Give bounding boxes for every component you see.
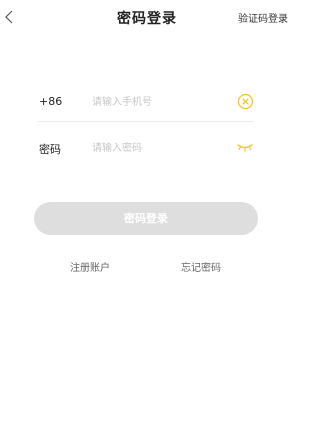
register-link[interactable]: 注册账户	[70, 259, 110, 274]
clear-circle-icon[interactable]	[237, 93, 254, 110]
country-code[interactable]: +86	[39, 95, 62, 108]
sms-login-link[interactable]: 验证码登录	[238, 10, 288, 25]
password-label: 密码	[39, 143, 61, 156]
password-row: 密码	[38, 133, 254, 163]
phone-input[interactable]	[92, 93, 222, 111]
divider	[38, 121, 254, 122]
forgot-password-link[interactable]: 忘记密码	[181, 259, 221, 274]
password-login-button[interactable]: 密码登录	[34, 202, 258, 235]
password-input[interactable]	[92, 139, 222, 157]
phone-row: +86	[38, 87, 254, 122]
eye-closed-icon[interactable]	[236, 142, 254, 152]
nav-bar: 密码登录 验证码登录	[0, 0, 294, 36]
